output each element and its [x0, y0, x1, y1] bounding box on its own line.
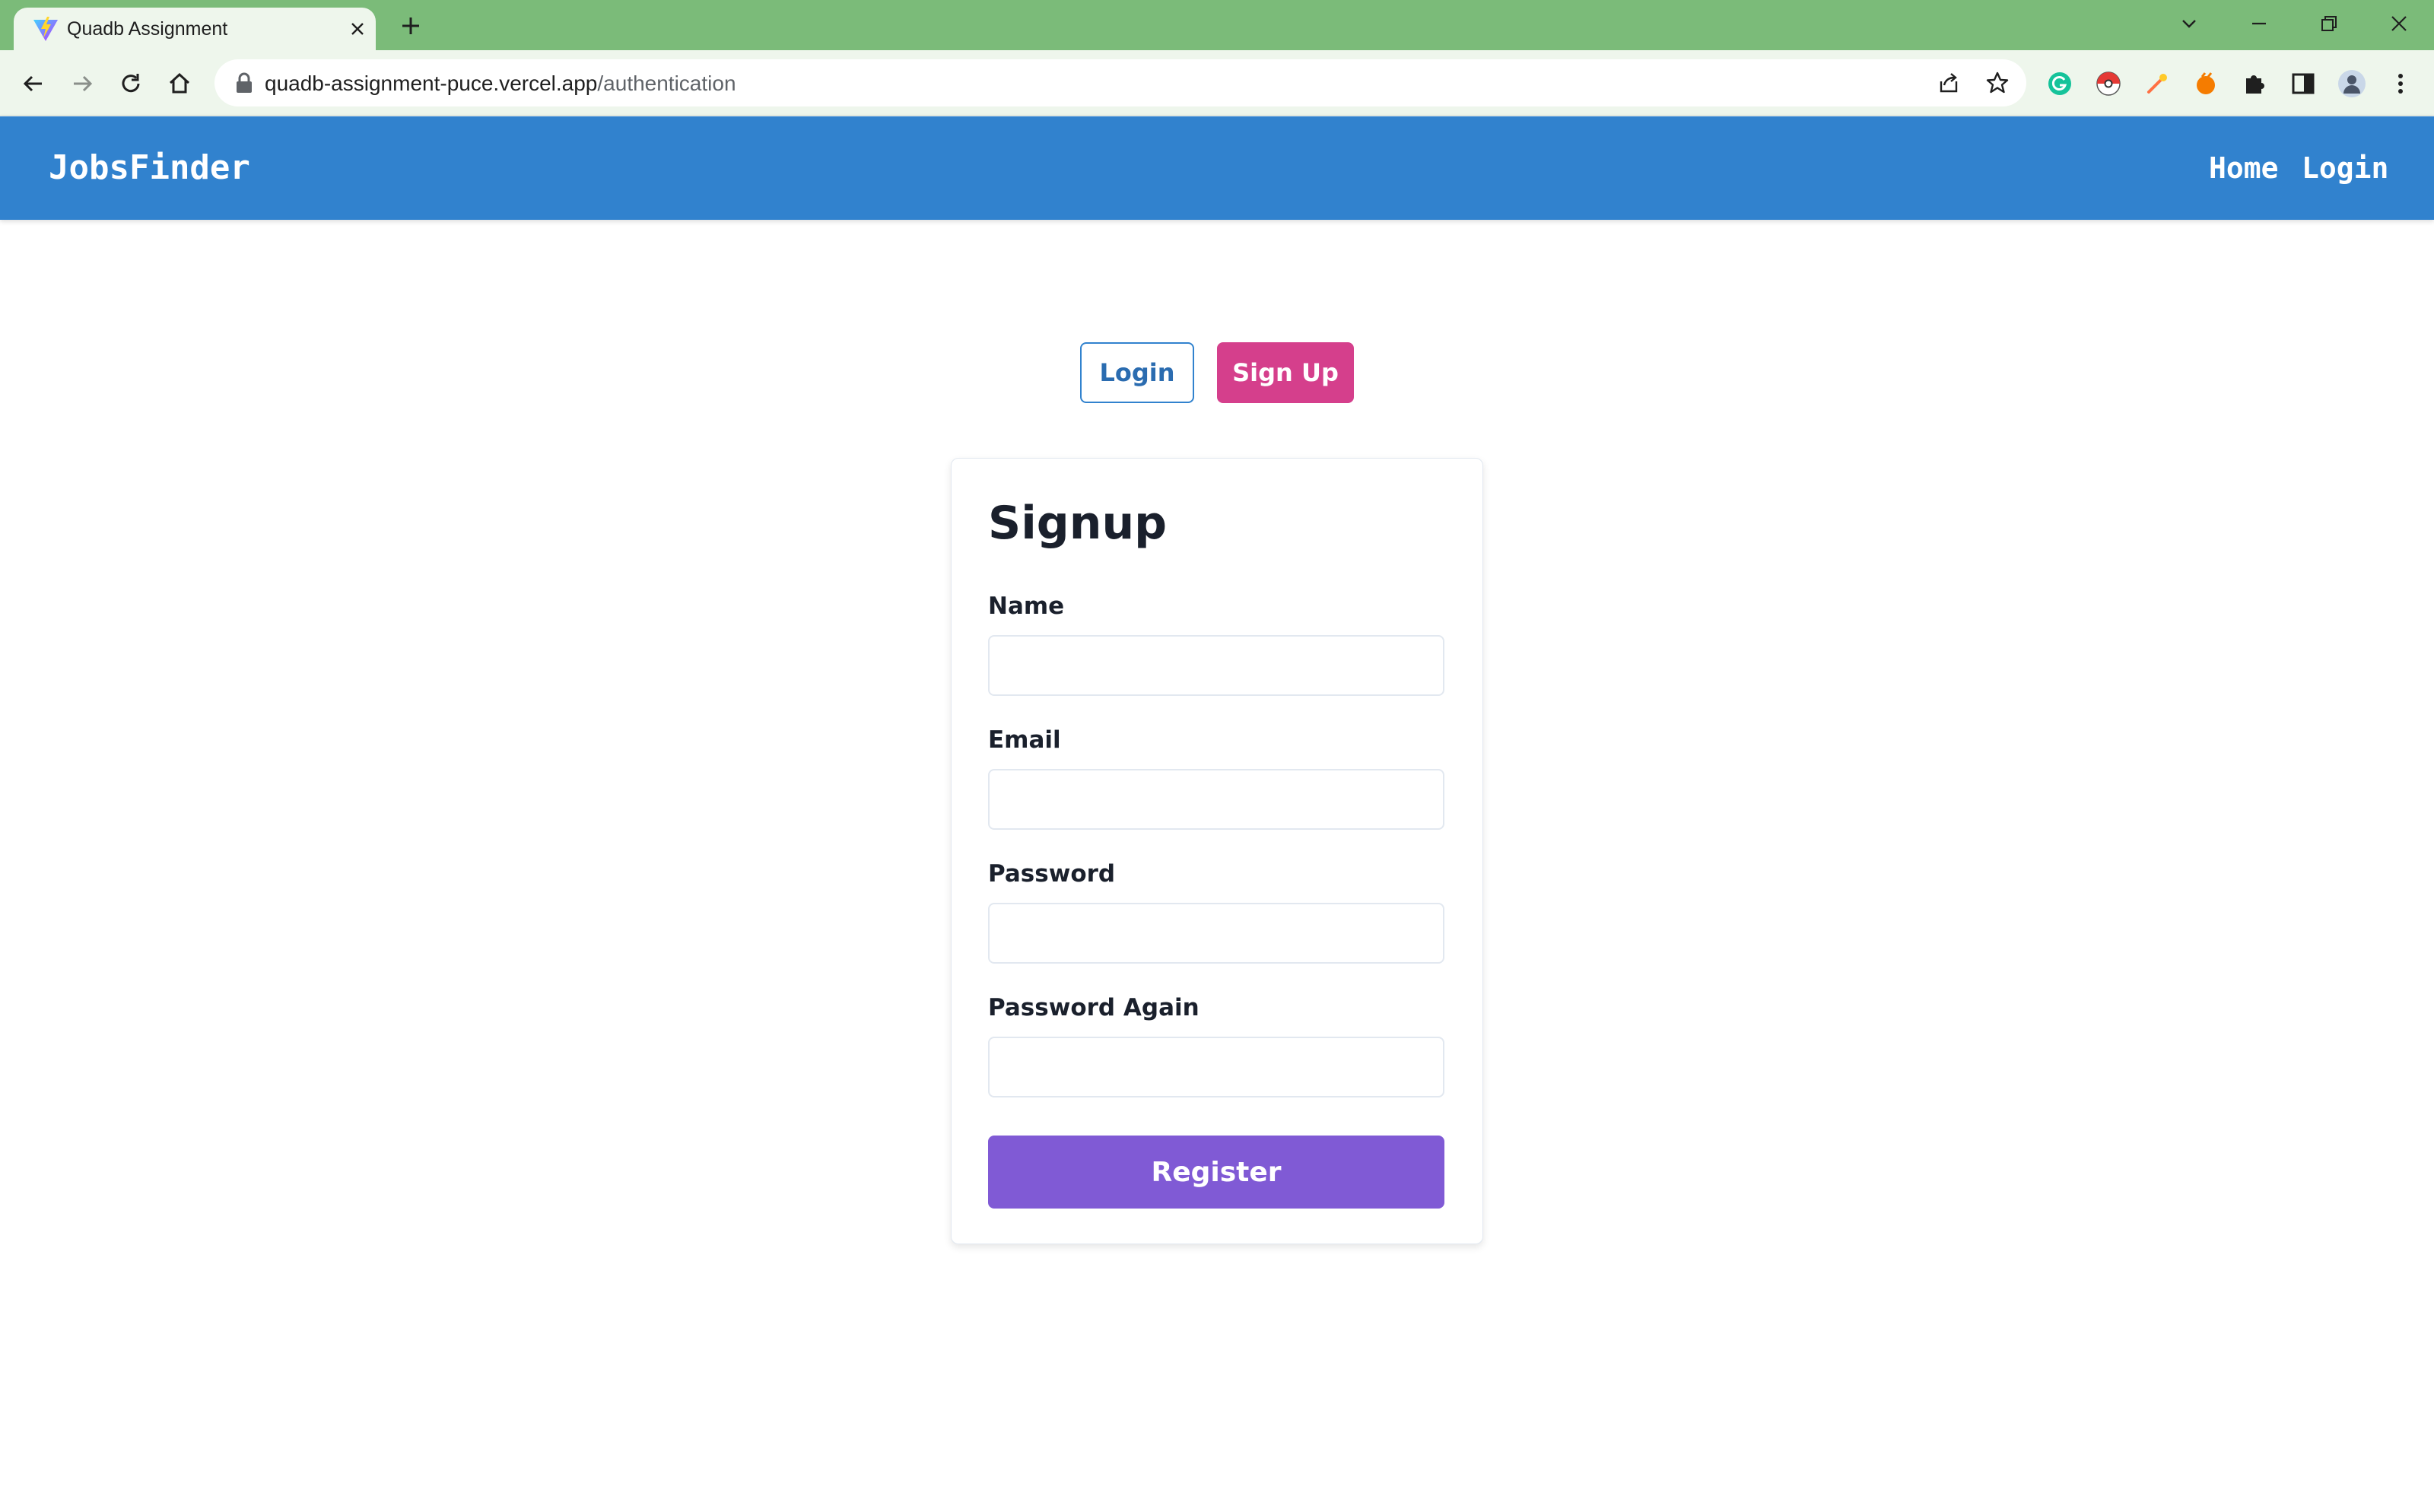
side-panel-icon[interactable] — [2285, 65, 2321, 102]
color-picker-extension-icon[interactable] — [2139, 65, 2175, 102]
tab-search-chevron-icon[interactable] — [2166, 5, 2212, 43]
email-input[interactable] — [988, 769, 1444, 830]
url-path: /authentication — [597, 71, 736, 95]
forward-arrow-icon[interactable] — [62, 64, 102, 103]
tab-title: Quadb Assignment — [67, 18, 228, 40]
new-tab-icon[interactable] — [392, 9, 429, 43]
signup-card: Signup Name Email Password Password Agai… — [951, 458, 1483, 1244]
vite-logo-icon — [30, 14, 61, 44]
brand-logo[interactable]: JobsFinder — [49, 148, 250, 187]
address-bar[interactable]: quadb-assignment-puce.vercel.app/authent… — [214, 59, 2026, 106]
back-arrow-icon[interactable] — [14, 64, 53, 103]
password-input[interactable] — [988, 903, 1444, 964]
home-icon[interactable] — [160, 64, 199, 103]
close-tab-icon[interactable] — [342, 14, 373, 44]
name-input[interactable] — [988, 635, 1444, 696]
close-window-icon[interactable] — [2376, 5, 2422, 43]
name-label: Name — [988, 592, 1065, 620]
browser-toolbar: quadb-assignment-puce.vercel.app/authent… — [0, 50, 2434, 116]
url-host: quadb-assignment-puce.vercel.app — [265, 71, 598, 95]
url-text: quadb-assignment-puce.vercel.app/authent… — [265, 71, 736, 96]
grammarly-extension-icon[interactable] — [2042, 65, 2078, 102]
browser-menu-icon[interactable] — [2382, 65, 2419, 102]
email-label: Email — [988, 726, 1061, 754]
nav-login-link[interactable]: Login — [2302, 151, 2388, 185]
password-label: Password — [988, 860, 1116, 888]
minimize-window-icon[interactable] — [2236, 5, 2282, 43]
lock-icon[interactable] — [234, 72, 254, 94]
signup-toggle-button[interactable]: Sign Up — [1217, 342, 1354, 403]
password-again-label: Password Again — [988, 994, 1200, 1021]
nav-home-link[interactable]: Home — [2209, 151, 2279, 185]
extensions-puzzle-icon[interactable] — [2236, 65, 2273, 102]
browser-tab-strip: Quadb Assignment — [0, 0, 2434, 50]
share-icon[interactable] — [1932, 66, 1965, 100]
browser-tab[interactable]: Quadb Assignment — [14, 8, 376, 50]
password-again-input[interactable] — [988, 1037, 1444, 1097]
reload-icon[interactable] — [111, 64, 151, 103]
login-toggle-button[interactable]: Login — [1080, 342, 1194, 403]
orange-extension-icon[interactable] — [2188, 65, 2224, 102]
app-header: JobsFinder Home Login — [0, 116, 2434, 220]
pokeball-extension-icon[interactable] — [2090, 65, 2127, 102]
profile-avatar-icon[interactable] — [2334, 65, 2370, 102]
signup-title: Signup — [988, 497, 1168, 550]
bookmark-star-icon[interactable] — [1981, 66, 2014, 100]
restore-window-icon[interactable] — [2306, 5, 2352, 43]
register-button[interactable]: Register — [988, 1136, 1444, 1209]
